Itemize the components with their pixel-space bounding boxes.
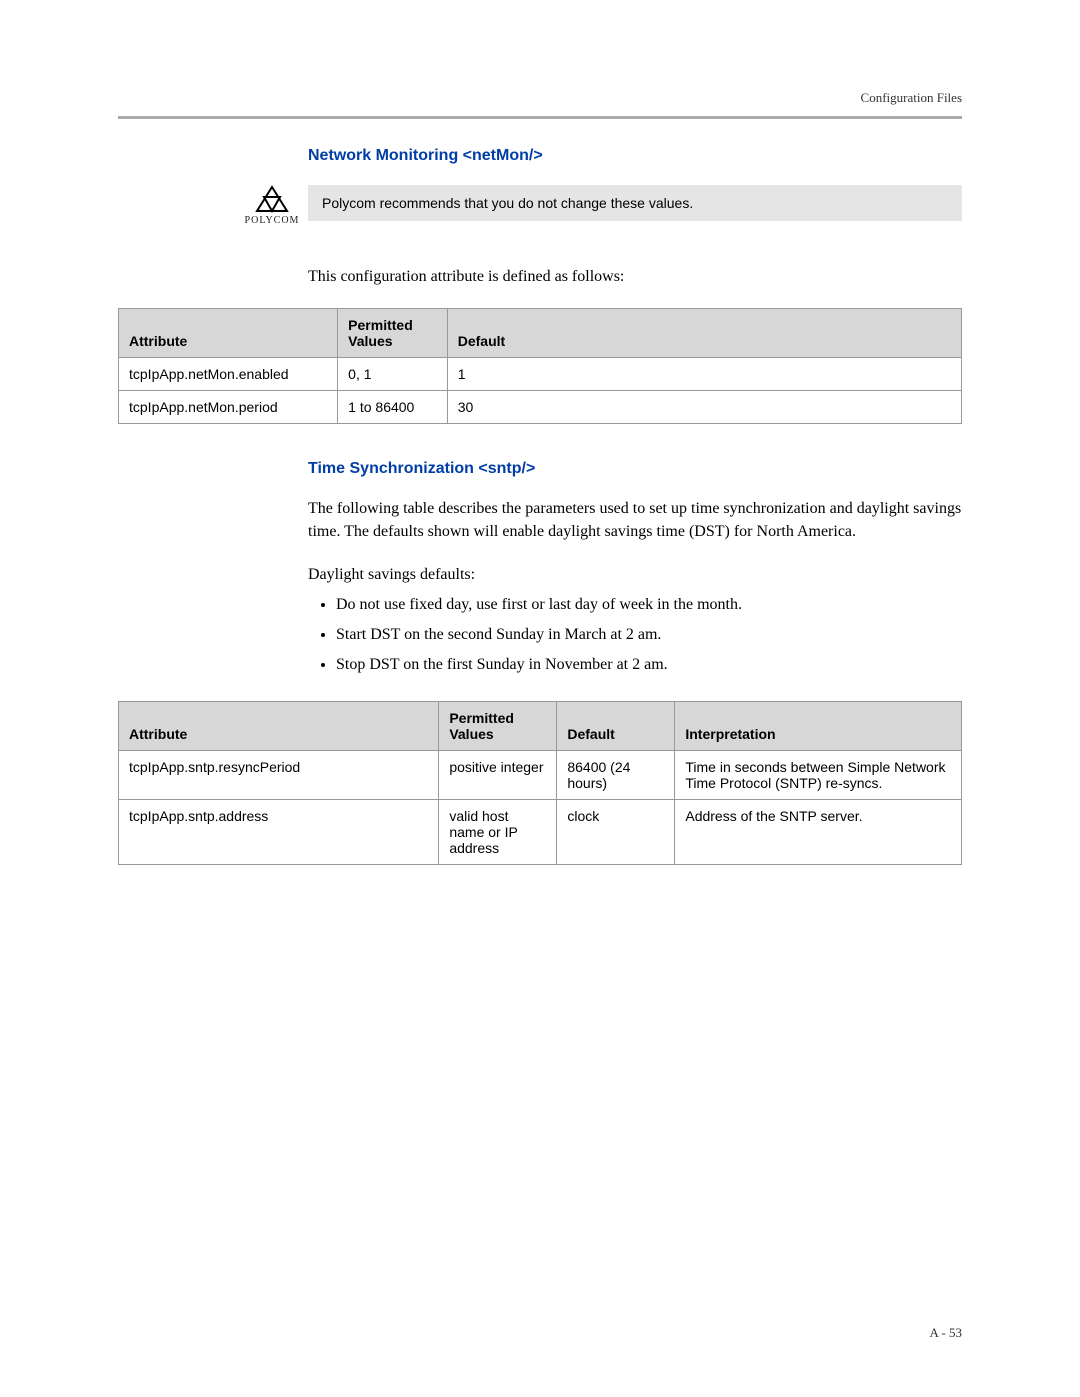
cell-perm: positive integer bbox=[439, 751, 557, 800]
cell-interp: Address of the SNTP server. bbox=[675, 800, 962, 865]
sntp-intro: The following table describes the parame… bbox=[308, 498, 962, 543]
table-header-row: Attribute Permitted Values Default bbox=[119, 309, 962, 358]
list-item: Do not use fixed day, use first or last … bbox=[336, 593, 962, 617]
cell-def: 86400 (24 hours) bbox=[557, 751, 675, 800]
th-attribute: Attribute bbox=[119, 702, 439, 751]
cell-attr: tcpIpApp.netMon.period bbox=[119, 391, 338, 424]
header-rule bbox=[118, 116, 962, 119]
cell-attr: tcpIpApp.sntp.resyncPeriod bbox=[119, 751, 439, 800]
th-permitted-values: Permitted Values bbox=[338, 309, 448, 358]
sntp-table: Attribute Permitted Values Default Inter… bbox=[118, 701, 962, 865]
th-interpretation: Interpretation bbox=[675, 702, 962, 751]
running-header: Configuration Files bbox=[118, 90, 962, 106]
table-header-row: Attribute Permitted Values Default Inter… bbox=[119, 702, 962, 751]
table-row: tcpIpApp.sntp.address valid host name or… bbox=[119, 800, 962, 865]
heading-netmon: Network Monitoring <netMon/> bbox=[308, 147, 962, 165]
cell-perm: valid host name or IP address bbox=[439, 800, 557, 865]
cell-def: 1 bbox=[447, 358, 961, 391]
th-permitted-values: Permitted Values bbox=[439, 702, 557, 751]
cell-interp: Time in seconds between Simple Network T… bbox=[675, 751, 962, 800]
cell-def: clock bbox=[557, 800, 675, 865]
th-default: Default bbox=[447, 309, 961, 358]
list-item: Start DST on the second Sunday in March … bbox=[336, 623, 962, 647]
sntp-bullet-list: Do not use fixed day, use first or last … bbox=[308, 593, 962, 677]
th-attribute: Attribute bbox=[119, 309, 338, 358]
th-default: Default bbox=[557, 702, 675, 751]
netmon-intro: This configuration attribute is defined … bbox=[308, 266, 962, 288]
polycom-logo-icon bbox=[255, 185, 289, 213]
table-row: tcpIpApp.netMon.enabled 0, 1 1 bbox=[119, 358, 962, 391]
polycom-logo-text: POLYCOM bbox=[245, 215, 300, 226]
table-row: tcpIpApp.sntp.resyncPeriod positive inte… bbox=[119, 751, 962, 800]
cell-def: 30 bbox=[447, 391, 961, 424]
cell-perm: 1 to 86400 bbox=[338, 391, 448, 424]
cell-perm: 0, 1 bbox=[338, 358, 448, 391]
polycom-logo: POLYCOM bbox=[236, 185, 308, 226]
cell-attr: tcpIpApp.sntp.address bbox=[119, 800, 439, 865]
netmon-table: Attribute Permitted Values Default tcpIp… bbox=[118, 308, 962, 424]
page-number: A - 53 bbox=[930, 1325, 963, 1341]
netmon-note-box: Polycom recommends that you do not chang… bbox=[308, 185, 962, 221]
heading-sntp: Time Synchronization <sntp/> bbox=[308, 460, 962, 478]
table-row: tcpIpApp.netMon.period 1 to 86400 30 bbox=[119, 391, 962, 424]
list-item: Stop DST on the first Sunday in November… bbox=[336, 653, 962, 677]
sntp-defaults-label: Daylight savings defaults: bbox=[308, 566, 475, 583]
cell-attr: tcpIpApp.netMon.enabled bbox=[119, 358, 338, 391]
